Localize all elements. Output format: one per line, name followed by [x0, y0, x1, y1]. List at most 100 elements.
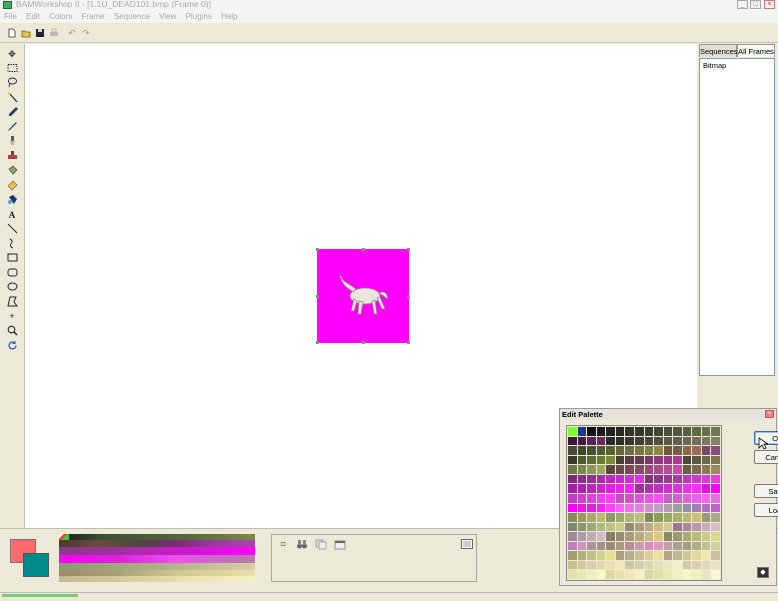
palette-cell[interactable]	[625, 551, 634, 560]
palette-cell[interactable]	[701, 541, 711, 551]
palette-cell[interactable]	[701, 503, 711, 513]
palette-cell[interactable]	[654, 503, 663, 513]
palette-cell[interactable]	[654, 455, 663, 465]
palette-cell[interactable]	[577, 455, 587, 465]
palette-cell[interactable]	[615, 465, 625, 474]
palette-cell[interactable]	[692, 427, 701, 436]
palette-cell[interactable]	[577, 446, 587, 455]
menu-file[interactable]: File	[4, 10, 17, 23]
menu-sequence[interactable]: Sequence	[114, 10, 150, 23]
list-item-bitmap[interactable]: Bitmap	[700, 59, 774, 72]
palette-cell[interactable]	[663, 436, 673, 446]
menu-colors[interactable]: Colors	[49, 10, 72, 23]
palette-cell[interactable]	[673, 436, 682, 446]
palette-cell[interactable]	[634, 436, 644, 446]
palette-cell[interactable]	[634, 513, 644, 522]
palette-cell[interactable]	[644, 513, 654, 522]
palette-cell[interactable]	[615, 570, 625, 579]
palette-cell[interactable]	[634, 493, 644, 503]
palette-cell[interactable]	[692, 474, 701, 484]
palette-cell[interactable]	[673, 570, 682, 579]
palette-cell[interactable]	[596, 513, 606, 522]
palette-cell[interactable]	[654, 560, 663, 570]
palette-cell[interactable]	[606, 541, 615, 551]
eyedropper-icon[interactable]	[6, 106, 18, 118]
palette-cell[interactable]	[644, 541, 654, 551]
palette-cell[interactable]	[625, 484, 634, 493]
palette-cell[interactable]	[692, 436, 701, 446]
palette-cell[interactable]	[711, 522, 720, 532]
palette-cell[interactable]	[587, 436, 596, 446]
text-icon[interactable]: A	[6, 209, 18, 221]
palette-cell[interactable]	[625, 446, 634, 455]
palette-cell[interactable]	[615, 522, 625, 532]
palette-cell[interactable]	[673, 522, 682, 532]
palette-cell[interactable]	[682, 455, 692, 465]
palette-cell[interactable]	[615, 474, 625, 484]
palette-cell[interactable]	[711, 474, 720, 484]
menu-view[interactable]: View	[159, 10, 176, 23]
palette-cell[interactable]	[663, 484, 673, 493]
palette-cell[interactable]	[568, 436, 577, 446]
palette-cell[interactable]	[596, 427, 606, 436]
palette-cell[interactable]	[663, 446, 673, 455]
palette-cell[interactable]	[644, 570, 654, 579]
curve-icon[interactable]	[6, 238, 18, 250]
menu-edit[interactable]: Edit	[26, 10, 40, 23]
palette-cell[interactable]	[701, 493, 711, 503]
frame-image[interactable]	[316, 248, 410, 344]
crop-icon[interactable]: ⌗	[277, 539, 289, 550]
save-button[interactable]: Save	[754, 484, 778, 498]
palette-cell[interactable]	[625, 570, 634, 579]
palette-cell[interactable]	[692, 522, 701, 532]
palette-cell[interactable]	[644, 560, 654, 570]
open-folder-icon[interactable]	[21, 28, 31, 38]
resize-handle[interactable]	[362, 341, 365, 344]
palette-cell[interactable]	[711, 541, 720, 551]
palette-cell[interactable]	[568, 532, 577, 541]
palette-cell[interactable]	[692, 532, 701, 541]
palette-cell[interactable]	[568, 474, 577, 484]
palette-cell[interactable]	[711, 503, 720, 513]
palette-cell[interactable]	[577, 493, 587, 503]
palette-cell[interactable]	[606, 427, 615, 436]
palette-cell[interactable]	[663, 474, 673, 484]
palette-cell[interactable]	[615, 484, 625, 493]
palette-cell[interactable]	[577, 541, 587, 551]
palette-cell[interactable]	[634, 427, 644, 436]
palette-cell[interactable]	[682, 474, 692, 484]
palette-cell[interactable]	[663, 503, 673, 513]
palette-cell[interactable]	[625, 532, 634, 541]
palette-cell[interactable]	[615, 503, 625, 513]
palette-cell[interactable]	[663, 560, 673, 570]
palette-strip[interactable]	[59, 534, 255, 582]
palette-cell[interactable]	[568, 513, 577, 522]
palette-cell[interactable]	[577, 484, 587, 493]
palette-cell[interactable]	[673, 541, 682, 551]
brush-icon[interactable]	[6, 135, 18, 147]
palette-cell[interactable]	[625, 455, 634, 465]
palette-cell[interactable]	[701, 436, 711, 446]
palette-cell[interactable]	[596, 484, 606, 493]
palette-cell[interactable]	[568, 484, 577, 493]
color-replace-icon[interactable]	[6, 194, 18, 206]
palette-cell[interactable]	[596, 474, 606, 484]
palette-cell[interactable]	[692, 541, 701, 551]
palette-cell[interactable]	[701, 474, 711, 484]
palette-cell[interactable]	[682, 484, 692, 493]
menu-help[interactable]: Help	[221, 10, 237, 23]
binoculars-icon[interactable]	[296, 539, 308, 550]
palette-cell[interactable]	[711, 484, 720, 493]
move-icon[interactable]: ✥	[6, 48, 18, 60]
palette-cell[interactable]	[625, 513, 634, 522]
copy-frame-icon[interactable]	[315, 539, 327, 550]
dialog-close-button[interactable]: ×	[765, 410, 774, 418]
palette-cell[interactable]	[682, 493, 692, 503]
palette-cell[interactable]	[634, 551, 644, 560]
palette-cell[interactable]	[711, 513, 720, 522]
resize-handle[interactable]	[407, 295, 410, 298]
palette-cell[interactable]	[711, 465, 720, 474]
palette-cell[interactable]	[682, 465, 692, 474]
palette-cell[interactable]	[596, 541, 606, 551]
palette-cell[interactable]	[596, 522, 606, 532]
